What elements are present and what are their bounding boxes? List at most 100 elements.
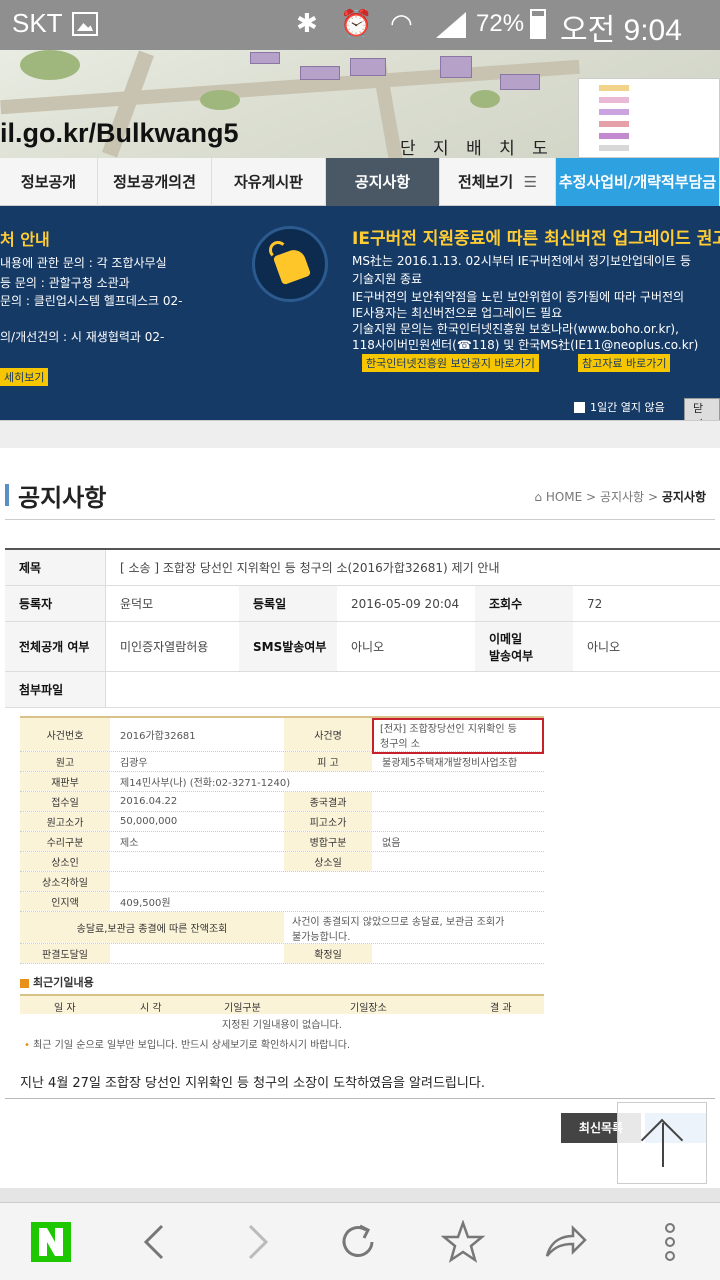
public-label: 전체공개 여부 — [5, 622, 105, 671]
type-label: 수리구분 — [20, 832, 110, 851]
breadcrumb: ⌂ HOME > 공지사항 > 공지사항 — [534, 488, 706, 505]
empty-message: 지정된 기일내용이 없습니다. — [222, 1020, 342, 1031]
more-icon[interactable] — [656, 1219, 684, 1265]
gallery-icon — [72, 12, 98, 36]
page-bottom — [0, 1188, 720, 1202]
contact-line: 문의 : 클린업시스템 헬프데스크 02- — [0, 294, 183, 308]
result — [372, 792, 544, 811]
table-row: 송달료,보관금 종결에 따른 잔액조회 사건이 종결되지 않았으므로 송달료, … — [20, 912, 544, 944]
plaintiff-label: 원고 — [20, 752, 110, 771]
tab-disclosure-opinion[interactable]: 정보공개의견 — [98, 158, 212, 206]
delivery-label: 판결도달일 — [20, 944, 110, 963]
main-nav: 정보공개 정보공개의견 자유게시판 공지사항 전체보기 ☰ 추정사업비/개략적부… — [0, 158, 720, 206]
naver-home-icon[interactable] — [30, 1219, 72, 1265]
plaintiff: 김광우 — [120, 758, 148, 769]
contact-line: 등 문의 : 관할구청 소관과 — [0, 276, 130, 290]
views-label: 조회수 — [475, 586, 573, 621]
kisa-security-link[interactable]: 한국인터넷진흥원 보안공지 바로가기 — [362, 354, 539, 372]
post-body: 지난 4월 27일 조합장 당선인 지위확인 등 청구의 소장이 도착하였음을 … — [20, 1076, 485, 1091]
table-row: 상소인 상소일 — [20, 852, 544, 872]
table-header: 일 자 시 각 기일구분 기일장소 결 과 — [20, 994, 544, 1014]
breadcrumb-separator: > — [586, 490, 597, 504]
bullet-icon — [20, 978, 29, 988]
division-label: 재판부 — [20, 772, 110, 791]
note-text: 최근 기일 순으로 일부만 보입니다. 반드시 상세보기로 확인하시기 바랍니다… — [33, 1040, 351, 1051]
stamp-label: 인지액 — [20, 892, 110, 911]
home-icon: ⌂ — [534, 490, 542, 504]
share-icon[interactable] — [542, 1219, 590, 1265]
sms-label: SMS발송여부 — [239, 622, 337, 671]
scroll-to-top-button[interactable] — [617, 1102, 707, 1184]
table-row: 수리구분 제소 병합구분 없음 — [20, 832, 544, 852]
ie-notice-line: 118사이버민원센터(☎118) 및 한국MS社(IE11@neoplus.co… — [352, 338, 699, 352]
email-label-line: 이메일 — [489, 631, 523, 646]
map-legend — [578, 78, 720, 158]
post-views: 72 — [587, 596, 603, 611]
tab-info-disclosure[interactable]: 정보공개 — [0, 158, 98, 206]
appeal-date — [372, 852, 544, 871]
appeal-date-label: 상소일 — [284, 852, 372, 871]
table-row: 사건번호 2016가합32681 사건명 [전자] 조합장당선인 지위확인 등 … — [20, 716, 544, 754]
bookmark-star-icon[interactable] — [438, 1219, 488, 1265]
forward-icon[interactable] — [242, 1219, 274, 1265]
table-row: 등록자 윤덕모 등록일 2016-05-09 20:04 조회수 72 — [5, 586, 720, 622]
appeal-dismiss-label: 상소각하일 — [20, 872, 110, 891]
column-header: 일 자 — [54, 1003, 76, 1014]
public-value: 미인증자열람허용 — [105, 622, 239, 671]
breadcrumb-home[interactable]: HOME — [546, 490, 582, 504]
content-divider — [5, 1098, 715, 1099]
section-divider — [0, 420, 720, 448]
battery-percent: 72% — [476, 10, 525, 37]
result-label: 종국결과 — [284, 792, 372, 811]
tab-free-board[interactable]: 자유게시판 — [212, 158, 326, 206]
balance-label: 송달료,보관금 종결에 따른 잔액조회 — [20, 912, 284, 943]
carrier-label: SKT — [12, 8, 63, 38]
post-author: 윤덕모 — [105, 586, 239, 621]
tab-cost-estimate[interactable]: 추정사업비/개략적부담금 — [556, 158, 720, 206]
filed-label: 접수일 — [20, 792, 110, 811]
balance-line: 사건이 종결되지 않았으므로 송달료, 보관금 조회가 — [292, 916, 505, 928]
division: 제14민사부(나) (전화:02-3271-1240) — [120, 778, 291, 789]
notice-popup: 처 안내 내용에 관한 문의 : 각 조합사무실 등 문의 : 관할구청 소관과… — [0, 206, 720, 434]
detail-view-button[interactable]: 세히보기 — [0, 368, 49, 386]
dont-show-checkbox[interactable] — [574, 402, 585, 413]
column-header: 결 과 — [490, 1003, 512, 1014]
filed-date: 2016.04.22 — [120, 796, 178, 807]
table-row: 재판부 제14민사부(나) (전화:02-3271-1240) — [20, 772, 544, 792]
tab-notice[interactable]: 공지사항 — [326, 158, 440, 206]
title-accent — [5, 484, 9, 506]
tab-view-all[interactable]: 전체보기 ☰ — [440, 158, 556, 206]
email-value: 아니오 — [587, 640, 621, 654]
table-row: 원고 김광우 피 고 불광제5주택재개발정비사업조합 — [20, 752, 544, 772]
column-header: 기일장소 — [350, 1003, 387, 1014]
merge: 없음 — [382, 838, 401, 849]
refresh-icon[interactable] — [336, 1219, 380, 1265]
defendant-label: 피 고 — [284, 752, 372, 771]
table-row: 인지액 409,500원 — [20, 892, 544, 912]
clock: 오전 9:04 — [560, 14, 682, 47]
hand-wave-icon — [252, 226, 328, 302]
bullet-icon: • — [24, 1040, 30, 1051]
contact-guide-title: 처 안내 — [0, 230, 50, 249]
table-row: 원고소가 50,000,000 피고소가 — [20, 812, 544, 832]
stamp: 409,500원 — [120, 898, 171, 909]
reference-link[interactable]: 참고자료 바로가기 — [578, 354, 671, 372]
table-row: 접수일 2016.04.22 종국결과 — [20, 792, 544, 812]
recent-hearings-title: 최근기일내용 — [20, 974, 94, 990]
delivery — [110, 944, 280, 963]
defendant-amount — [372, 812, 544, 831]
post-date: 2016-05-09 20:04 — [351, 596, 460, 611]
breadcrumb-level1[interactable]: 공지사항 — [600, 490, 644, 504]
alarm-icon: ⏰ — [340, 9, 373, 39]
author-label: 등록자 — [5, 586, 105, 621]
case-name-label: 사건명 — [284, 718, 372, 751]
attach-value — [105, 672, 720, 707]
table-row: 판결도달일 확정일 — [20, 944, 544, 964]
contact-line: 내용에 관한 문의 : 각 조합사무실 — [0, 256, 167, 270]
table-row: 상소각하일 — [20, 872, 544, 892]
back-icon[interactable] — [138, 1219, 170, 1265]
date-label: 등록일 — [239, 586, 337, 621]
attach-label: 첨부파일 — [5, 672, 105, 707]
table-row: 첨부파일 — [5, 672, 720, 708]
hamburger-icon: ☰ — [518, 173, 538, 191]
